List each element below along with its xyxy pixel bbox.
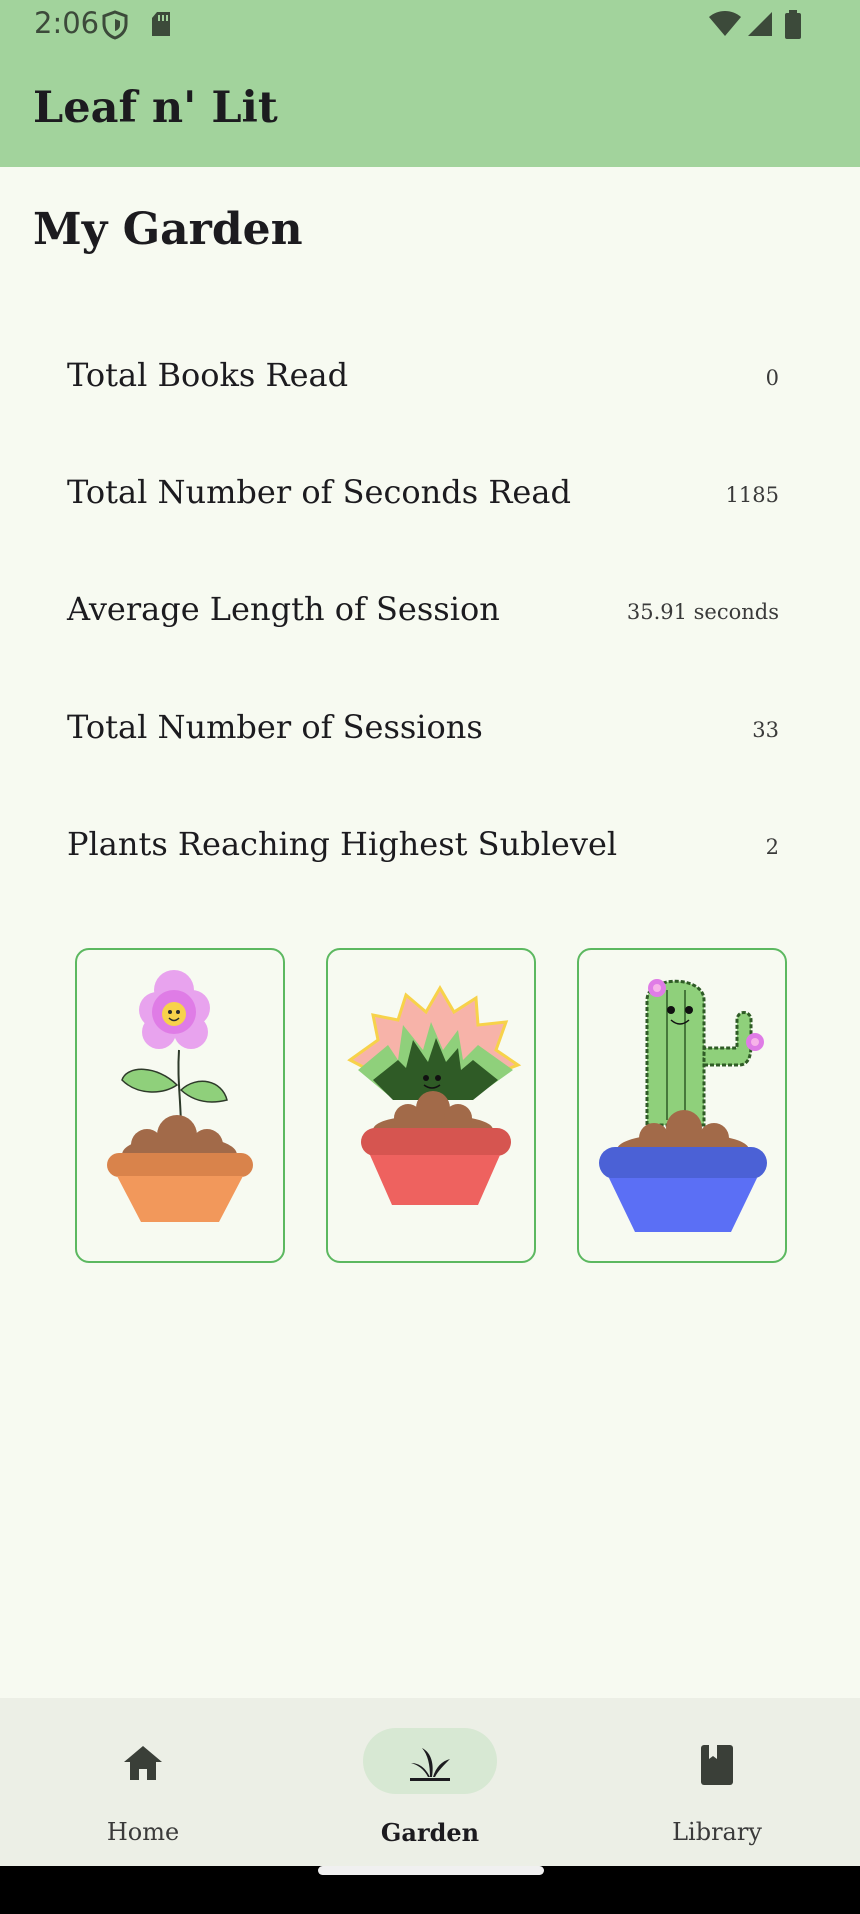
stat-label: Average Length of Session bbox=[67, 590, 500, 628]
nav-item-library[interactable]: Library bbox=[574, 1698, 860, 1866]
home-icon bbox=[121, 1743, 165, 1787]
nav-label: Home bbox=[106, 1818, 180, 1846]
shield-icon bbox=[102, 10, 128, 44]
stat-value: 35.91 seconds bbox=[626, 600, 779, 624]
page-title: My Garden bbox=[33, 204, 303, 255]
stat-label: Total Number of Sessions bbox=[67, 708, 483, 746]
plant-card-cactus[interactable] bbox=[577, 948, 787, 1263]
book-icon bbox=[695, 1743, 739, 1791]
app-title: Leaf n' Lit bbox=[33, 83, 278, 133]
stat-value: 33 bbox=[752, 718, 779, 742]
nav-label: Library bbox=[672, 1818, 762, 1846]
status-time: 2:06 bbox=[34, 6, 100, 40]
battery-icon bbox=[784, 10, 802, 44]
status-bar: 2:06 bbox=[0, 0, 860, 50]
stat-row-total-books: Total Books Read 0 bbox=[67, 356, 779, 416]
nav-item-garden[interactable]: Garden bbox=[287, 1698, 573, 1866]
plant-card-flower[interactable] bbox=[75, 948, 285, 1263]
nav-label: Garden bbox=[380, 1818, 480, 1847]
plant-icon bbox=[408, 1743, 452, 1787]
stat-label: Total Books Read bbox=[67, 356, 349, 394]
sd-card-icon bbox=[150, 10, 172, 42]
stat-row-total-sessions: Total Number of Sessions 33 bbox=[67, 708, 779, 768]
bottom-navigation: Home Garden Library bbox=[0, 1698, 860, 1866]
plant-card-succulent[interactable] bbox=[326, 948, 536, 1263]
cactus-plant-image bbox=[599, 979, 767, 1232]
stat-row-seconds-read: Total Number of Seconds Read 1185 bbox=[67, 473, 779, 533]
stat-value: 1185 bbox=[725, 483, 779, 507]
stat-label: Total Number of Seconds Read bbox=[67, 473, 571, 511]
home-indicator[interactable] bbox=[318, 1866, 544, 1875]
stat-row-average-session: Average Length of Session 35.91 seconds bbox=[67, 590, 779, 650]
stat-value: 2 bbox=[765, 835, 779, 859]
app-bar: Leaf n' Lit bbox=[0, 50, 860, 167]
signal-icon bbox=[746, 10, 774, 42]
nav-item-home[interactable]: Home bbox=[0, 1698, 286, 1866]
succulent-plant-image bbox=[347, 985, 522, 1205]
stat-value: 0 bbox=[765, 366, 779, 390]
stat-row-plants-highest: Plants Reaching Highest Sublevel 2 bbox=[67, 825, 779, 885]
flower-plant-image bbox=[107, 970, 253, 1222]
wifi-icon bbox=[708, 10, 742, 42]
stat-label: Plants Reaching Highest Sublevel bbox=[67, 825, 618, 863]
